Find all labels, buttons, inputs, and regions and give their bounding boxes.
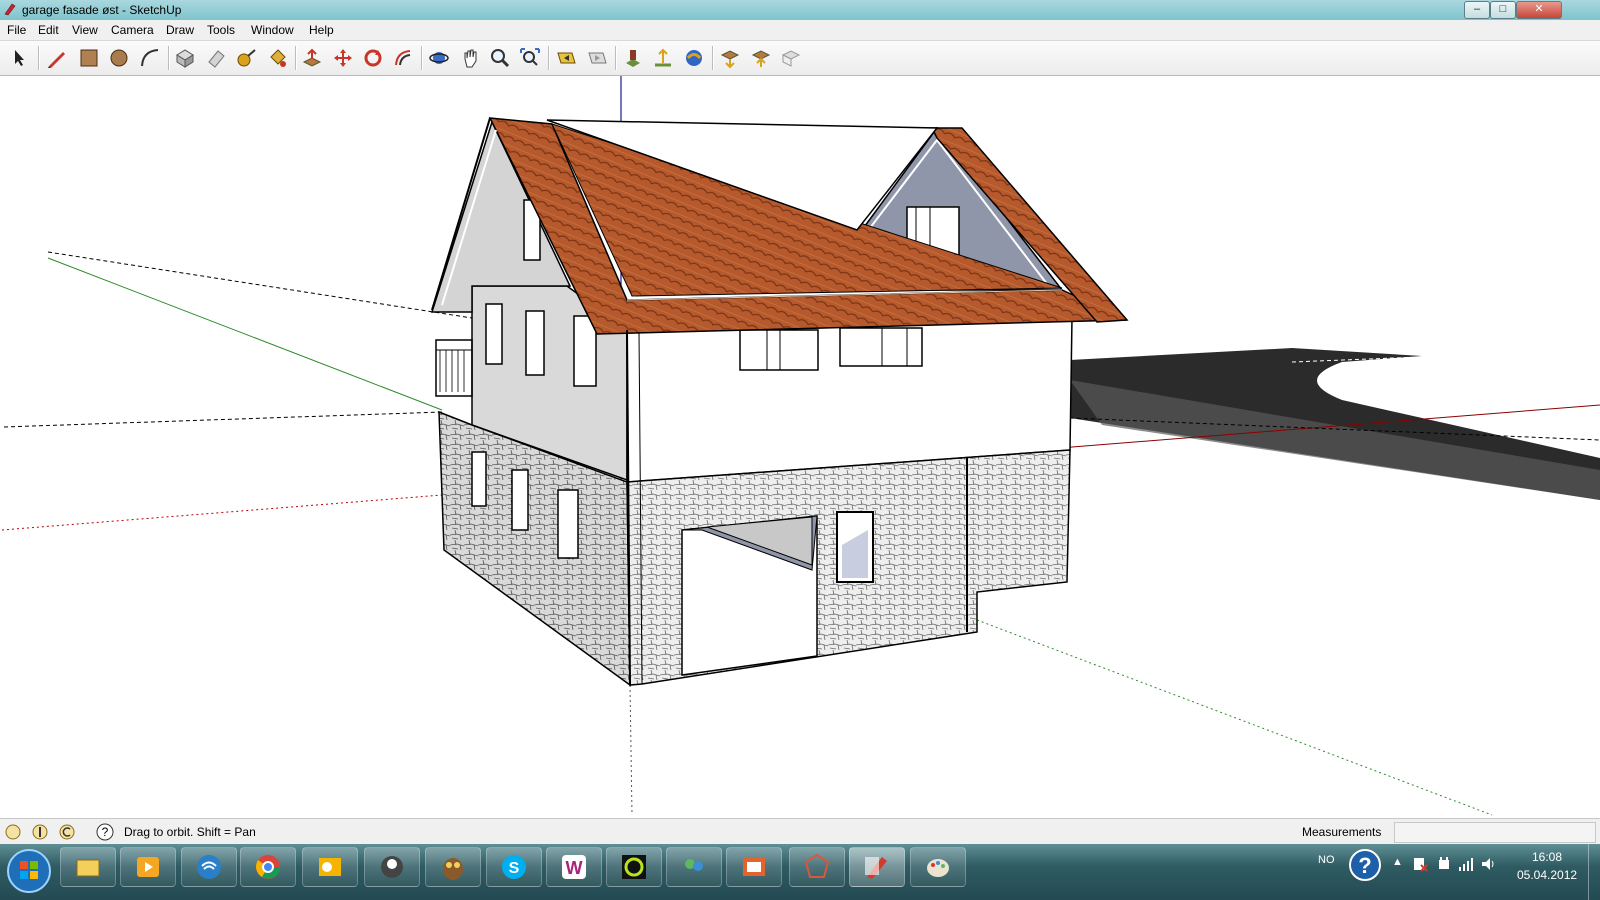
left-window-lower-2 [511, 469, 529, 531]
menu-help[interactable]: Help [309, 23, 334, 37]
move-tool-icon[interactable] [330, 46, 356, 70]
sketchup-icon[interactable] [849, 847, 905, 887]
left-window-lower-3 [557, 489, 579, 559]
house-model-canvas[interactable] [2, 76, 1600, 818]
svg-text:S: S [509, 860, 520, 877]
rotate-tool-icon[interactable] [360, 46, 386, 70]
next-view-icon[interactable] [584, 46, 610, 70]
front-window-2 [839, 327, 923, 367]
action-center-icon[interactable] [1412, 856, 1428, 872]
close-button[interactable]: ✕ [1516, 1, 1562, 19]
circle-app-icon[interactable] [606, 847, 662, 887]
minimize-button[interactable]: – [1464, 1, 1490, 19]
pencil-line-tool-icon[interactable] [44, 46, 70, 70]
sketchup-app-icon [4, 3, 16, 16]
outlook-icon[interactable] [302, 847, 358, 887]
chrome-icon[interactable] [240, 847, 296, 887]
windows-taskbar: S W NO ? ▲ 16:08 05.04.2012 [0, 844, 1600, 900]
menu-view[interactable]: View [72, 23, 98, 37]
menu-camera[interactable]: Camera [111, 23, 154, 37]
menu-draw[interactable]: Draw [166, 23, 194, 37]
make-component-icon[interactable] [172, 46, 198, 70]
help-support-icon[interactable]: ? [1348, 848, 1382, 882]
arc-tool-icon[interactable] [137, 46, 163, 70]
windows-explorer-icon[interactable] [60, 847, 116, 887]
sketchup-layout-icon[interactable] [789, 847, 845, 887]
balcony-railing [435, 339, 473, 397]
main-toolbar [0, 41, 1600, 76]
clock-date[interactable]: 05.04.2012 [1517, 868, 1577, 882]
help-icon[interactable]: ? [96, 823, 114, 841]
menu-bar: File Edit View Camera Draw Tools Window … [0, 20, 1600, 41]
media-player-icon[interactable] [120, 847, 176, 887]
get-models-icon[interactable] [681, 46, 707, 70]
geo-location-icon[interactable] [4, 823, 22, 841]
eraser-tool-icon[interactable] [203, 46, 229, 70]
language-indicator[interactable]: NO [1318, 854, 1335, 866]
maximize-button[interactable]: □ [1490, 1, 1516, 19]
get-models-warehouse-icon[interactable] [748, 46, 774, 70]
measurements-input[interactable] [1394, 822, 1596, 843]
window-title: garage fasade øst - SketchUp [22, 3, 182, 17]
volume-icon[interactable] [1480, 856, 1496, 872]
left-window-upper-2 [525, 310, 545, 376]
zoom-tool-icon[interactable] [487, 46, 513, 70]
pan-tool-icon[interactable] [457, 46, 483, 70]
svg-text:?: ? [102, 825, 109, 839]
status-hint: Drag to orbit. Shift = Pan [124, 825, 256, 839]
paint-bucket-tool-icon[interactable] [264, 46, 290, 70]
left-window-lower-1 [471, 451, 487, 507]
measurements-label: Measurements [1302, 825, 1382, 839]
photo-app-icon[interactable] [726, 847, 782, 887]
paint-icon[interactable] [910, 847, 966, 887]
owl-app-icon[interactable] [425, 847, 481, 887]
menu-window[interactable]: Window [251, 23, 294, 37]
signal-icon[interactable] [1458, 856, 1474, 872]
orbit-tool-icon[interactable] [426, 46, 452, 70]
skype-icon[interactable]: S [486, 847, 542, 887]
share-model-icon[interactable] [717, 46, 743, 70]
status-bar: ? Drag to orbit. Shift = Pan Measurement… [0, 818, 1600, 845]
offset-tool-icon[interactable] [390, 46, 416, 70]
zoom-extents-icon[interactable] [517, 46, 543, 70]
app-icon[interactable] [364, 847, 420, 887]
tape-measure-tool-icon[interactable] [233, 46, 259, 70]
share-component-icon[interactable] [778, 46, 804, 70]
copyright-icon[interactable] [58, 823, 76, 841]
show-hidden-icons[interactable]: ▲ [1392, 856, 1403, 868]
menu-tools[interactable]: Tools [207, 23, 235, 37]
w-app-icon[interactable]: W [546, 847, 602, 887]
add-location-icon[interactable] [620, 46, 646, 70]
menu-edit[interactable]: Edit [38, 23, 59, 37]
left-window-upper-1 [485, 303, 503, 365]
window-titlebar: garage fasade øst - SketchUp – □ ✕ [0, 0, 1600, 20]
svg-text:?: ? [1358, 853, 1371, 878]
credits-icon[interactable] [31, 823, 49, 841]
toggle-terrain-icon[interactable] [650, 46, 676, 70]
model-viewport[interactable] [2, 76, 1600, 818]
front-window-1 [739, 329, 819, 371]
green-axis [47, 257, 443, 411]
power-icon[interactable] [1436, 856, 1452, 872]
show-desktop-button[interactable] [1588, 844, 1600, 900]
select-tool-icon[interactable] [7, 46, 33, 70]
push-pull-tool-icon[interactable] [299, 46, 325, 70]
circle-tool-icon[interactable] [106, 46, 132, 70]
previous-view-icon[interactable] [553, 46, 579, 70]
rectangle-tool-icon[interactable] [76, 46, 102, 70]
network-icon[interactable] [181, 847, 237, 887]
svg-text:W: W [566, 858, 583, 878]
red-axis [2, 494, 443, 531]
start-button[interactable] [4, 846, 54, 896]
messenger-icon[interactable] [666, 847, 722, 887]
menu-file[interactable]: File [7, 23, 26, 37]
clock-time[interactable]: 16:08 [1532, 850, 1562, 864]
